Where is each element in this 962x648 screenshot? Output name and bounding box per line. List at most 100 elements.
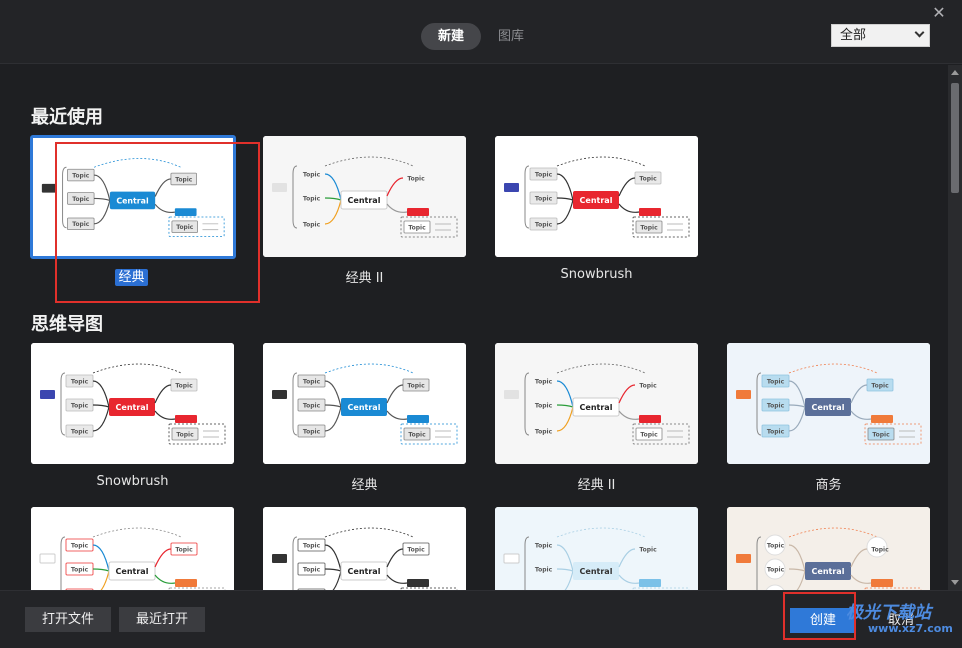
- mindmap-preview: TopicTopicTopicCentralTopicTopic: [495, 343, 698, 464]
- preview-topic-text: Topic: [303, 222, 321, 229]
- filter-dropdown[interactable]: 全部: [831, 24, 930, 47]
- preview-topic-text: Topic: [767, 429, 785, 436]
- preview-topic-text: Topic: [407, 383, 425, 390]
- preview-mini-node: [272, 183, 287, 192]
- open-file-button[interactable]: 打开文件: [25, 607, 111, 632]
- preview-topic-text: Topic: [639, 547, 657, 554]
- preview-topic-text: Topic: [535, 379, 553, 386]
- preview-mini-node: [272, 390, 287, 399]
- mindmap-preview: TopicTopicTopicCentralTopicTopic: [263, 507, 466, 590]
- scroll-thumb[interactable]: [951, 83, 959, 193]
- vertical-scrollbar[interactable]: [948, 65, 962, 590]
- preview-accent-node: [407, 208, 429, 216]
- preview-accent-node: [639, 208, 661, 216]
- template-label: 商务: [815, 478, 842, 493]
- preview-topic-text: Topic: [408, 432, 426, 439]
- template-card-business[interactable]: Topic Topic Topic Central Topic Topic: [727, 343, 930, 464]
- top-bar: 新建 图库 全部 ✕: [0, 0, 962, 64]
- scroll-up-icon[interactable]: [951, 70, 959, 75]
- preview-topic-text: Topic: [535, 543, 553, 550]
- preview-topic-text: Topic: [176, 432, 194, 439]
- preview-accent-node: [639, 415, 661, 423]
- preview-central-text: Central: [812, 567, 845, 576]
- preview-mini-node: [736, 390, 751, 399]
- mindmap-preview: Topic Topic Topic Central Topic Topic: [263, 343, 466, 464]
- preview-central-text: Central: [116, 403, 149, 412]
- preview-topic-text: Topic: [175, 547, 193, 554]
- preview-central-text: Central: [116, 567, 149, 576]
- preview-topic-text: Topic: [639, 176, 657, 183]
- preview-topic-text: Topic: [303, 196, 321, 203]
- preview-topic-text: Topic: [303, 403, 321, 410]
- preview-mini-node: [40, 390, 55, 399]
- preview-topic-text: Topic: [535, 222, 553, 229]
- preview-central-text: Central: [580, 403, 613, 412]
- preview-topic-text: Topic: [535, 196, 553, 203]
- template-card-classic[interactable]: Topic Topic Topic Central Topic Topic: [263, 343, 466, 464]
- preview-mini-node: [736, 554, 751, 563]
- template-label: 经典 II: [345, 271, 384, 286]
- preview-central-text: Central: [348, 196, 381, 205]
- template-card-snowbrush-recent[interactable]: Topic Topic Topic Central Topic Topic: [495, 136, 698, 257]
- preview-topic-text: Topic: [871, 547, 889, 554]
- mindmap-preview: TopicTopicTopicCentralTopicTopic: [727, 507, 930, 590]
- template-card-colorful[interactable]: TopicTopicTopicCentralTopicTopic: [31, 507, 234, 590]
- preview-accent-node: [871, 579, 893, 587]
- preview-topic-text: Topic: [767, 543, 785, 550]
- preview-topic-text: Topic: [303, 429, 321, 436]
- preview-accent-node: [639, 579, 661, 587]
- template-card-classic2-recent[interactable]: Topic Topic Topic Central Topic Topic: [263, 136, 466, 257]
- template-card-classic2[interactable]: Topic Topic Topic Central Topic Topic: [495, 343, 698, 464]
- preview-topic-text: Topic: [303, 172, 321, 179]
- preview-accent-node: [407, 415, 429, 423]
- watermark-logo: 极光下载站: [846, 603, 931, 623]
- preview-topic-text: Topic: [535, 567, 553, 574]
- close-icon[interactable]: ✕: [930, 4, 948, 22]
- preview-mini-node: [39, 553, 56, 564]
- preview-topic-text: Topic: [871, 383, 889, 390]
- preview-topic-text: Topic: [303, 567, 321, 574]
- section-title-mindmap: 思维导图: [31, 314, 103, 335]
- preview-topic-text: Topic: [407, 547, 425, 554]
- section-title-recent: 最近使用: [31, 107, 103, 128]
- preview-topic-text: Topic: [535, 403, 553, 410]
- recent-open-button[interactable]: 最近打开: [119, 607, 205, 632]
- template-label: Snowbrush: [560, 267, 633, 282]
- preview-mini-node: [504, 183, 519, 192]
- preview-topic-text: Topic: [303, 379, 321, 386]
- preview-topic-text: Topic: [71, 543, 89, 550]
- template-label: 经典: [351, 478, 378, 493]
- preview-accent-node: [407, 579, 429, 587]
- filter-selected-value: 全部: [840, 28, 867, 43]
- preview-mini-node: [272, 554, 287, 563]
- preview-topic-text: Topic: [639, 383, 657, 390]
- template-card-snowbrush[interactable]: Topic Topic Topic Central Topic Topic: [31, 343, 234, 464]
- chevron-down-icon: [914, 27, 925, 38]
- preview-topic-text: Topic: [872, 432, 890, 439]
- tab-new[interactable]: 新建: [421, 23, 481, 50]
- preview-topic-text: Topic: [71, 379, 89, 386]
- preview-central-text: Central: [348, 567, 381, 576]
- preview-topic-text: Topic: [535, 172, 553, 179]
- scroll-down-icon[interactable]: [951, 580, 959, 585]
- template-label: 经典 II: [577, 478, 616, 493]
- template-card-mono[interactable]: TopicTopicTopicCentralTopicTopic: [263, 507, 466, 590]
- preview-central-text: Central: [348, 403, 381, 412]
- preview-topic-text: Topic: [535, 429, 553, 436]
- tab-gallery[interactable]: 图库: [491, 23, 531, 50]
- preview-accent-node: [175, 579, 197, 587]
- template-card-beige[interactable]: TopicTopicTopicCentralTopicTopic: [727, 507, 930, 590]
- preview-central-text: Central: [812, 403, 845, 412]
- preview-topic-text: Topic: [71, 403, 89, 410]
- preview-topic-text: Topic: [767, 403, 785, 410]
- preview-topic-text: Topic: [407, 176, 425, 183]
- preview-mini-node: [504, 390, 519, 399]
- preview-topic-text: Topic: [640, 225, 658, 232]
- preview-accent-node: [175, 415, 197, 423]
- preview-accent-node: [871, 415, 893, 423]
- preview-central-text: Central: [580, 567, 613, 576]
- template-card-lightblue[interactable]: TopicTopicTopicCentralTopicTopic: [495, 507, 698, 590]
- mindmap-preview: Topic Topic Topic Central Topic Topic: [727, 343, 930, 464]
- mindmap-preview: TopicTopicTopicCentralTopicTopic: [495, 507, 698, 590]
- preview-topic-text: Topic: [767, 379, 785, 386]
